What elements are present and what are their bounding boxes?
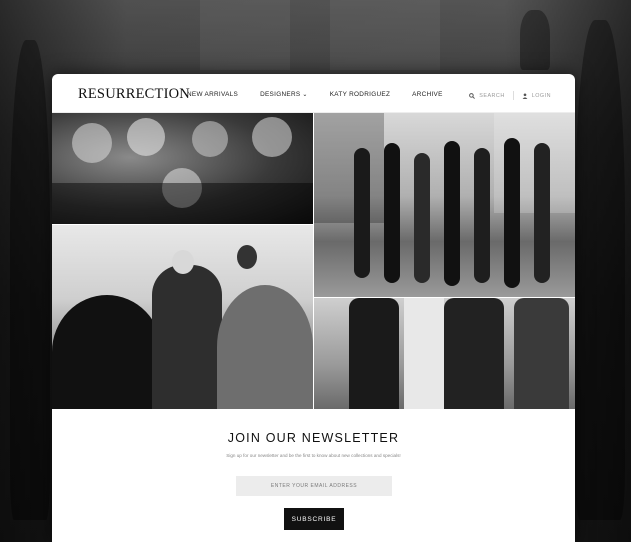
tools-divider bbox=[512, 91, 514, 100]
nav-designers[interactable]: DESIGNERS ⌄ bbox=[260, 91, 308, 98]
newsletter-title: JOIN OUR NEWSLETTER bbox=[227, 431, 400, 445]
main-menu: NEW ARRIVALS DESIGNERS ⌄ KATY RODRIGUEZ A… bbox=[187, 91, 465, 98]
search-link[interactable]: SEARCH bbox=[469, 93, 504, 99]
search-label: SEARCH bbox=[479, 92, 505, 99]
login-label: LOGIN bbox=[531, 92, 551, 99]
nav-archive-label: ARCHIVE bbox=[412, 91, 443, 98]
header-tools: SEARCH LOGIN bbox=[469, 91, 551, 100]
street-models-photo[interactable] bbox=[314, 113, 575, 297]
search-icon bbox=[469, 92, 476, 99]
nav-designers-label: DESIGNERS bbox=[260, 91, 301, 98]
designer-runway-photo[interactable] bbox=[52, 225, 313, 409]
user-icon bbox=[522, 92, 528, 99]
page-card: RESURRECTION NEW ARRIVALS DESIGNERS ⌄ KAT… bbox=[52, 74, 575, 542]
login-link[interactable]: LOGIN bbox=[522, 93, 551, 99]
email-input[interactable] bbox=[236, 476, 392, 496]
newsletter-section: JOIN OUR NEWSLETTER Sign up for our news… bbox=[52, 409, 575, 542]
nav-katy-rodriguez-label: KATY RODRIGUEZ bbox=[329, 91, 391, 98]
group-portrait-photo[interactable] bbox=[52, 113, 313, 224]
nav-new-arrivals[interactable]: NEW ARRIVALS bbox=[187, 91, 238, 98]
models-closeup-photo[interactable] bbox=[314, 298, 575, 409]
subscribe-button[interactable]: SUBSCRIBE bbox=[284, 508, 344, 530]
nav-archive[interactable]: ARCHIVE bbox=[412, 91, 443, 98]
nav-katy-rodriguez[interactable]: KATY RODRIGUEZ bbox=[330, 91, 390, 98]
nav-new-arrivals-label: NEW ARRIVALS bbox=[187, 91, 239, 98]
photo-gallery bbox=[52, 113, 575, 409]
chevron-down-icon: ⌄ bbox=[302, 92, 308, 98]
brand-logo[interactable]: RESURRECTION bbox=[78, 86, 190, 103]
top-navigation: RESURRECTION NEW ARRIVALS DESIGNERS ⌄ KAT… bbox=[52, 74, 575, 113]
newsletter-subtitle: Sign up for our newsletter and be the fi… bbox=[226, 453, 401, 458]
